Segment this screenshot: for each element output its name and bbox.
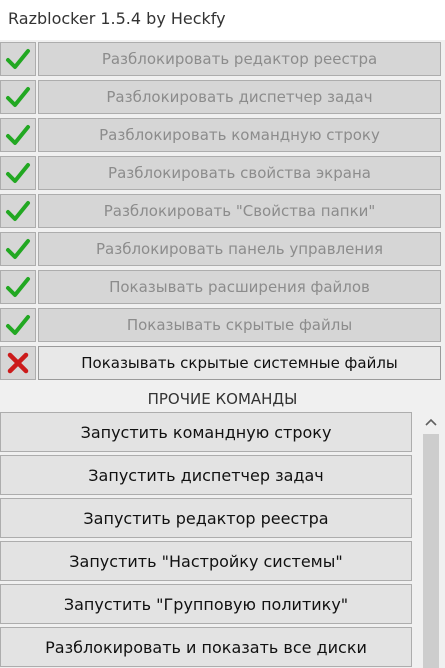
run-taskmgr-button[interactable]: Запустить диспетчер задач	[0, 455, 412, 495]
tweak-row: Показывать скрытые файлы	[0, 308, 442, 342]
tweak-row: Разблокировать свойства экрана	[0, 156, 442, 190]
unlock-regedit-button[interactable]: Разблокировать редактор реестра	[38, 42, 441, 76]
tweak-row: Показывать расширения файлов	[0, 270, 442, 304]
unlock-show-drives-button[interactable]: Разблокировать и показать все диски	[0, 627, 412, 667]
check-icon	[0, 80, 36, 114]
check-icon	[0, 156, 36, 190]
unlock-display-properties-button[interactable]: Разблокировать свойства экрана	[38, 156, 441, 190]
check-icon	[0, 42, 36, 76]
cross-icon	[0, 346, 36, 380]
check-icon	[0, 232, 36, 266]
scroll-up-arrow-icon[interactable]	[419, 412, 443, 432]
tweak-row: Разблокировать панель управления	[0, 232, 442, 266]
vertical-scrollbar[interactable]	[419, 412, 443, 668]
run-regedit-button[interactable]: Запустить редактор реестра	[0, 498, 412, 538]
tweak-row: Показывать скрытые системные файлы	[0, 346, 442, 380]
check-icon	[0, 308, 36, 342]
check-icon	[0, 118, 36, 152]
check-icon	[0, 194, 36, 228]
run-cmd-button[interactable]: Запустить командную строку	[0, 412, 412, 452]
check-icon	[0, 270, 36, 304]
unlock-control-panel-button[interactable]: Разблокировать панель управления	[38, 232, 441, 266]
run-msconfig-button[interactable]: Запустить "Настройку системы"	[0, 541, 412, 581]
tweak-row: Разблокировать "Свойства папки"	[0, 194, 442, 228]
other-commands-list: Запустить командную строку Запустить дис…	[0, 412, 418, 668]
window-title: Razblocker 1.5.4 by Heckfy	[8, 9, 226, 28]
show-hidden-files-button[interactable]: Показывать скрытые файлы	[38, 308, 441, 342]
other-commands-heading: ПРОЧИЕ КОМАНДЫ	[147, 390, 298, 408]
unlock-taskmgr-button[interactable]: Разблокировать диспетчер задач	[38, 80, 441, 114]
title-bar: Razblocker 1.5.4 by Heckfy	[0, 0, 445, 40]
show-file-extensions-button[interactable]: Показывать расширения файлов	[38, 270, 441, 304]
tweak-row: Разблокировать командную строку	[0, 118, 442, 152]
tweak-row: Разблокировать диспетчер задач	[0, 80, 442, 114]
tweak-row: Разблокировать редактор реестра	[0, 42, 442, 76]
unlock-cmd-button[interactable]: Разблокировать командную строку	[38, 118, 441, 152]
unlock-folder-options-button[interactable]: Разблокировать "Свойства папки"	[38, 194, 441, 228]
run-gpedit-button[interactable]: Запустить "Групповую политику"	[0, 584, 412, 624]
scroll-thumb[interactable]	[423, 434, 439, 668]
show-hidden-system-files-button[interactable]: Показывать скрытые системные файлы	[38, 346, 441, 380]
